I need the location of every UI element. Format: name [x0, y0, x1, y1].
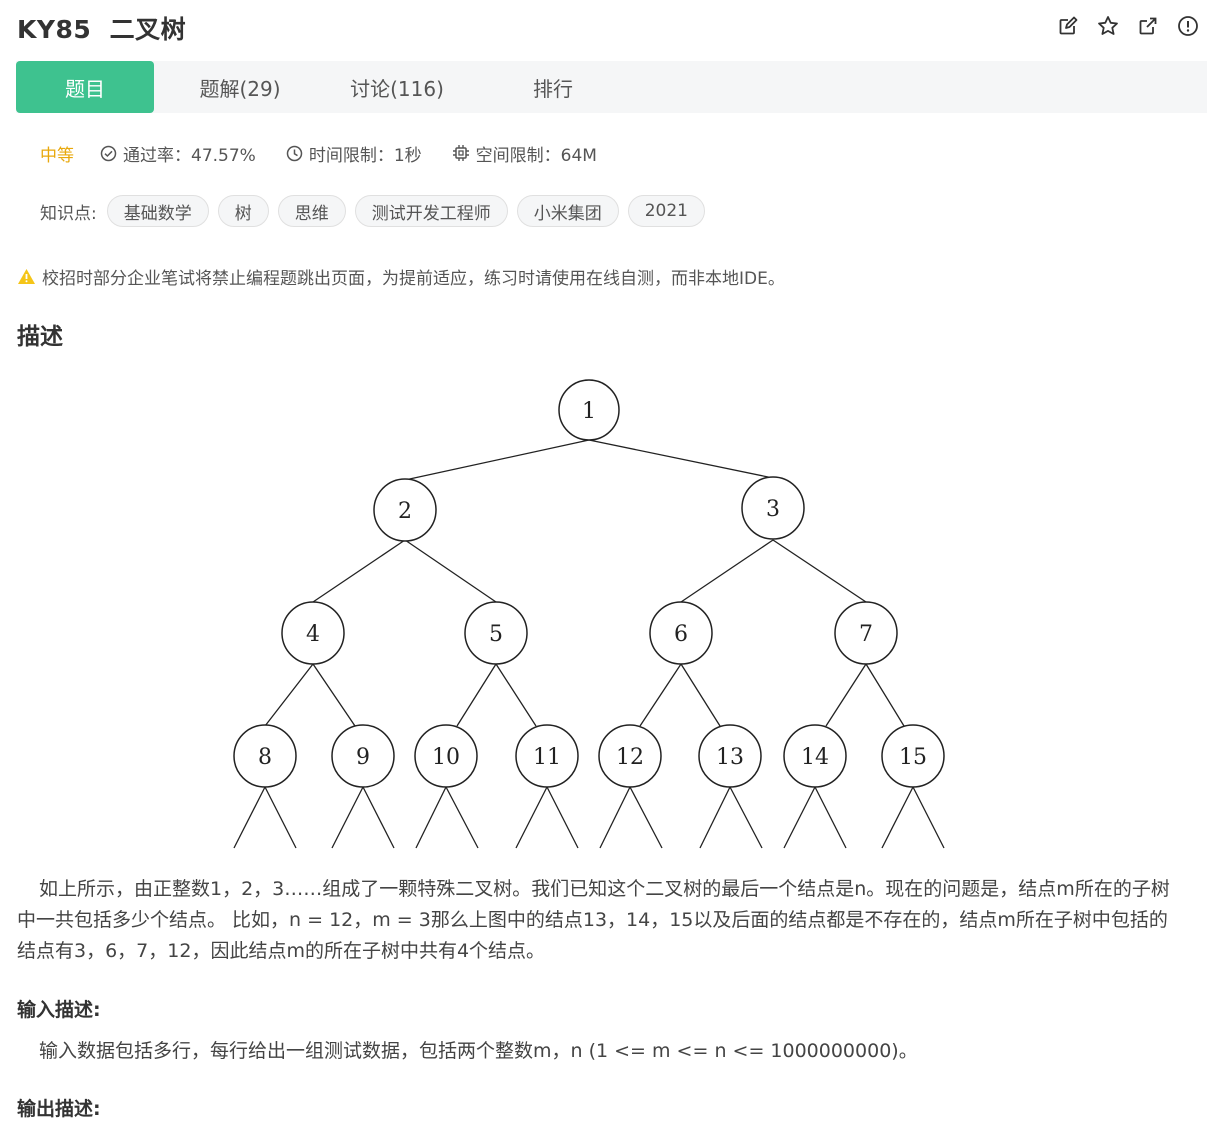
tag-item[interactable]: 思维 — [277, 195, 346, 227]
time-limit: 时间限制：1秒 — [286, 141, 422, 166]
tree-node-label: 8 — [258, 745, 272, 770]
tree-node-label: 7 — [859, 622, 873, 647]
tree-node-label: 9 — [356, 745, 370, 770]
tags-label: 知识点: — [40, 203, 97, 224]
difficulty-badge: 中等 — [40, 145, 74, 166]
report-icon[interactable] — [1177, 15, 1199, 37]
input-heading: 输入描述: — [17, 999, 101, 1021]
clock-icon — [286, 145, 303, 161]
tree-node-label: 12 — [616, 745, 644, 770]
input-description: 输入数据包括多行，每行给出一组测试数据，包括两个整数m，n (1 <= m <=… — [39, 1040, 918, 1062]
tree-node-label: 3 — [766, 497, 780, 522]
pass-rate: 通过率：47.57% — [100, 141, 256, 166]
tree-node-label: 10 — [432, 745, 460, 770]
notice-text: 校招时部分企业笔试将禁止编程题跳出页面，为提前适应，练习时请使用在线自测，而非本… — [42, 269, 785, 289]
time-limit-text: 时间限制：1秒 — [308, 145, 422, 166]
output-heading: 输出描述: — [17, 1098, 101, 1120]
tree-node-label: 4 — [306, 622, 320, 647]
tag-item[interactable]: 基础数学 — [106, 195, 209, 227]
chip-icon — [452, 145, 469, 161]
problem-title: KY85 二叉树 — [17, 15, 187, 44]
tree-node-label: 14 — [801, 745, 829, 770]
check-circle-icon — [100, 145, 117, 161]
tab-ranking[interactable]: 排行 — [468, 61, 638, 113]
warning-icon — [18, 269, 35, 284]
tag-item[interactable]: 2021 — [627, 195, 705, 227]
header-actions — [1057, 15, 1199, 37]
problem-page: KY85 二叉树 题目 题解(29) 讨论(116) 排行 中等 通过率：47.… — [0, 0, 1207, 1121]
tree-node-label: 1 — [582, 399, 596, 424]
tab-problem[interactable]: 题目 — [16, 61, 154, 113]
problem-header: KY85 二叉树 — [0, 0, 1207, 58]
tree-node-label: 2 — [398, 499, 412, 524]
tree-node-label: 13 — [716, 745, 744, 770]
description-heading: 描述 — [17, 324, 63, 350]
edit-icon[interactable] — [1057, 15, 1079, 37]
pass-rate-text: 通过率：47.57% — [123, 145, 256, 166]
tree-node-label: 5 — [489, 622, 503, 647]
tab-discussion[interactable]: 讨论(116) — [326, 61, 468, 113]
external-link-icon[interactable] — [1137, 15, 1159, 37]
tree-node-label: 15 — [899, 745, 927, 770]
tag-item[interactable]: 小米集团 — [516, 195, 619, 227]
problem-meta: 中等 通过率：47.57% 时间限制：1秒 空间限制：64M — [40, 140, 627, 166]
tag-item[interactable]: 测试开发工程师 — [354, 195, 508, 227]
tag-item[interactable]: 树 — [217, 195, 269, 227]
knowledge-tags: 知识点: 基础数学 树 思维 测试开发工程师 小米集团 2021 — [40, 194, 714, 228]
description-text: 如上所示，由正整数1，2，3……组成了一颗特殊二叉树。我们已知这个二叉树的最后一… — [17, 878, 1170, 962]
memory-limit: 空间限制：64M — [452, 141, 597, 166]
binary-tree-diagram: 1 2 3 4 5 6 7 8 9 10 11 12 13 14 15 — [233, 379, 945, 849]
tab-solutions[interactable]: 题解(29) — [154, 61, 326, 113]
description-body: 如上所示，由正整数1，2，3……组成了一颗特殊二叉树。我们已知这个二叉树的最后一… — [17, 874, 1182, 967]
tree-node-label: 11 — [533, 745, 561, 770]
ide-notice: 校招时部分企业笔试将禁止编程题跳出页面，为提前适应，练习时请使用在线自测，而非本… — [17, 264, 785, 289]
memory-limit-text: 空间限制：64M — [475, 145, 597, 166]
star-icon[interactable] — [1097, 15, 1119, 37]
tree-labels: 1 2 3 4 5 6 7 8 9 10 11 12 13 14 15 — [258, 399, 927, 770]
problem-tabs: 题目 题解(29) 讨论(116) 排行 — [16, 61, 1207, 113]
tree-node-label: 6 — [674, 622, 688, 647]
